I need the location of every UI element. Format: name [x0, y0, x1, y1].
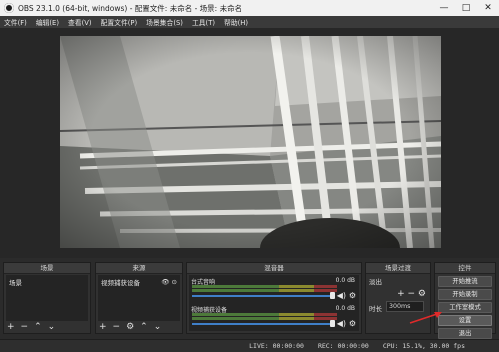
- eye-icon[interactable]: 👁: [161, 278, 169, 286]
- studio-mode-button[interactable]: 工作室模式: [438, 302, 492, 313]
- add-icon[interactable]: +: [397, 289, 405, 299]
- duration-input[interactable]: 300ms: [386, 301, 424, 312]
- mixer-dock: 混音器 台式音响 0.0 dB ◀) ⚙ 视频捕获设备 0.0 dB ◀) ⚙: [186, 262, 362, 334]
- mixer-channels: 台式音响 0.0 dB ◀) ⚙ 视频捕获设备 0.0 dB ◀) ⚙: [189, 275, 359, 331]
- move-down-icon[interactable]: ⌄: [154, 322, 162, 332]
- list-item[interactable]: 场景: [6, 275, 88, 289]
- gear-icon[interactable]: ⚙: [126, 322, 134, 332]
- volume-meter: [192, 317, 337, 320]
- remove-icon[interactable]: −: [113, 322, 121, 332]
- remove-icon[interactable]: −: [21, 322, 29, 332]
- cpu-status: CPU: 15.1%, 30.00 fps: [382, 342, 465, 350]
- live-status: LIVE: 00:00:00: [249, 342, 304, 350]
- mixer-dock-title: 混音器: [187, 263, 361, 274]
- minimize-button[interactable]: —: [433, 0, 455, 16]
- window-title: OBS 23.1.0 (64-bit, windows) - 配置文件: 未命名…: [18, 3, 243, 13]
- menu-edit[interactable]: 编辑(E): [36, 17, 59, 27]
- speaker-icon[interactable]: ◀): [337, 291, 346, 300]
- menu-scene-collection[interactable]: 场景集合(S): [146, 17, 183, 27]
- volume-slider-handle[interactable]: [330, 320, 335, 327]
- duration-label: 时长: [369, 305, 382, 313]
- maximize-button[interactable]: □: [455, 0, 477, 16]
- gear-icon[interactable]: ⚙: [349, 291, 356, 300]
- transitions-dock: 场景过渡 淡出 + − ⚙ 时长 300ms: [365, 262, 431, 334]
- volume-slider[interactable]: [192, 323, 331, 325]
- camera-feed-image: [60, 36, 441, 248]
- obs-logo-icon: [4, 3, 14, 13]
- gear-icon[interactable]: ⚙: [418, 289, 426, 299]
- sources-dock: 来源 视频捕获设备 👁 ⊙ + − ⚙ ⌃ ⌄: [95, 262, 183, 334]
- title-bar: OBS 23.1.0 (64-bit, windows) - 配置文件: 未命名…: [0, 0, 499, 16]
- sources-dock-title: 来源: [96, 263, 182, 274]
- volume-meter: [192, 285, 337, 288]
- menu-tools[interactable]: 工具(T): [192, 17, 215, 27]
- add-icon[interactable]: +: [7, 322, 15, 332]
- move-up-icon[interactable]: ⌃: [140, 322, 148, 332]
- status-bar: LIVE: 00:00:00 REC: 00:00:00 CPU: 15.1%,…: [0, 339, 499, 352]
- move-down-icon[interactable]: ⌄: [48, 322, 56, 332]
- menu-profile[interactable]: 配置文件(P): [101, 17, 138, 27]
- volume-meter: [192, 313, 337, 316]
- transition-select[interactable]: 淡出: [369, 276, 427, 286]
- transitions-dock-title: 场景过渡: [366, 263, 430, 274]
- volume-meter: [192, 289, 337, 292]
- volume-slider-handle[interactable]: [330, 292, 335, 299]
- menu-file[interactable]: 文件(F): [4, 17, 27, 27]
- speaker-icon[interactable]: ◀): [337, 319, 346, 328]
- controls-dock-title: 控件: [435, 263, 495, 274]
- rec-status: REC: 00:00:00: [317, 342, 369, 350]
- controls-dock: 控件 开始推流 开始录制 工作室模式 设置 退出: [434, 262, 496, 339]
- volume-slider[interactable]: [192, 295, 331, 297]
- scenes-list: 场景: [6, 275, 88, 321]
- scenes-dock-title: 场景: [4, 263, 90, 274]
- menu-view[interactable]: 查看(V): [68, 17, 92, 27]
- menu-help[interactable]: 帮助(H): [224, 17, 248, 27]
- exit-button[interactable]: 退出: [438, 328, 492, 339]
- transition-type: 淡出: [369, 278, 382, 286]
- scenes-dock: 场景 场景 + − ⌃ ⌄: [3, 262, 91, 334]
- start-streaming-button[interactable]: 开始推流: [438, 276, 492, 287]
- close-button[interactable]: ✕: [477, 0, 499, 16]
- scene-name: 场景: [9, 279, 22, 287]
- channel-db: 0.0 dB: [335, 305, 355, 312]
- preview-area: [0, 28, 499, 258]
- lock-icon[interactable]: ⊙: [172, 278, 177, 286]
- remove-icon[interactable]: −: [408, 289, 416, 299]
- add-icon[interactable]: +: [99, 322, 107, 332]
- mixer-channel: 台式音响 0.0 dB ◀) ⚙: [189, 275, 359, 303]
- start-recording-button[interactable]: 开始录制: [438, 289, 492, 300]
- list-item[interactable]: 视频捕获设备 👁 ⊙: [98, 275, 180, 289]
- source-name: 视频捕获设备: [101, 279, 140, 287]
- mixer-channel: 视频捕获设备 0.0 dB ◀) ⚙: [189, 303, 359, 331]
- sources-list: 视频捕获设备 👁 ⊙: [98, 275, 180, 321]
- move-up-icon[interactable]: ⌃: [34, 322, 42, 332]
- settings-button[interactable]: 设置: [438, 315, 492, 326]
- menu-bar: 文件(F) 编辑(E) 查看(V) 配置文件(P) 场景集合(S) 工具(T) …: [0, 16, 499, 28]
- channel-db: 0.0 dB: [335, 277, 355, 284]
- preview-canvas[interactable]: [60, 36, 441, 248]
- gear-icon[interactable]: ⚙: [349, 319, 356, 328]
